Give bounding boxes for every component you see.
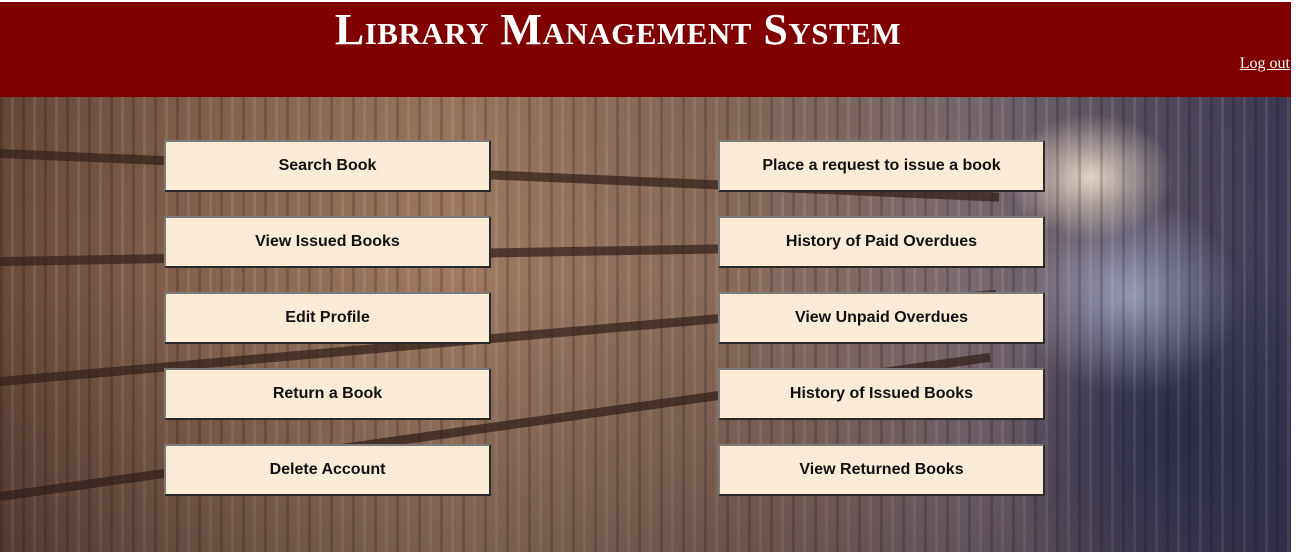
page-title: Library Management System — [334, 5, 902, 54]
edit-profile-button[interactable]: Edit Profile — [164, 292, 491, 344]
view-unpaid-overdues-button[interactable]: View Unpaid Overdues — [718, 292, 1045, 344]
return-book-button[interactable]: Return a Book — [164, 368, 491, 420]
view-returned-books-button[interactable]: View Returned Books — [718, 444, 1045, 496]
delete-account-button[interactable]: Delete Account — [164, 444, 491, 496]
app-root: Library Management System Log out Search… — [0, 0, 1300, 552]
request-issue-book-button[interactable]: Place a request to issue a book — [718, 140, 1045, 192]
logout-link[interactable]: Log out — [1240, 55, 1290, 73]
search-book-button[interactable]: Search Book — [164, 140, 491, 192]
view-issued-books-button[interactable]: View Issued Books — [164, 216, 491, 268]
paid-overdues-history-button[interactable]: History of Paid Overdues — [718, 216, 1045, 268]
issued-books-history-button[interactable]: History of Issued Books — [718, 368, 1045, 420]
header-bar: Library Management System Log out — [0, 2, 1291, 97]
